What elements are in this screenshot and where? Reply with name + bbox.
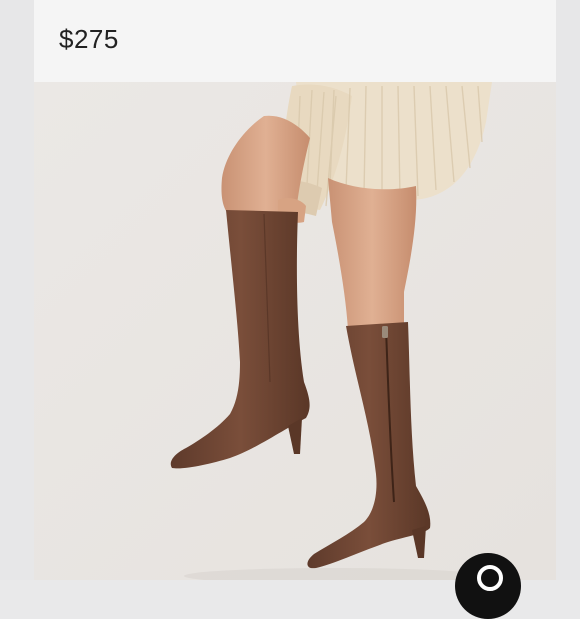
screen: $275 — [0, 0, 580, 619]
price-header: $275 — [34, 0, 556, 82]
search-button[interactable] — [455, 553, 521, 619]
search-icon — [477, 565, 503, 591]
listing-card: $275 — [34, 0, 556, 580]
zipper-pull — [382, 326, 388, 338]
product-photo[interactable] — [34, 82, 556, 580]
boots-illustration — [34, 82, 556, 580]
listing-price: $275 — [59, 24, 119, 54]
